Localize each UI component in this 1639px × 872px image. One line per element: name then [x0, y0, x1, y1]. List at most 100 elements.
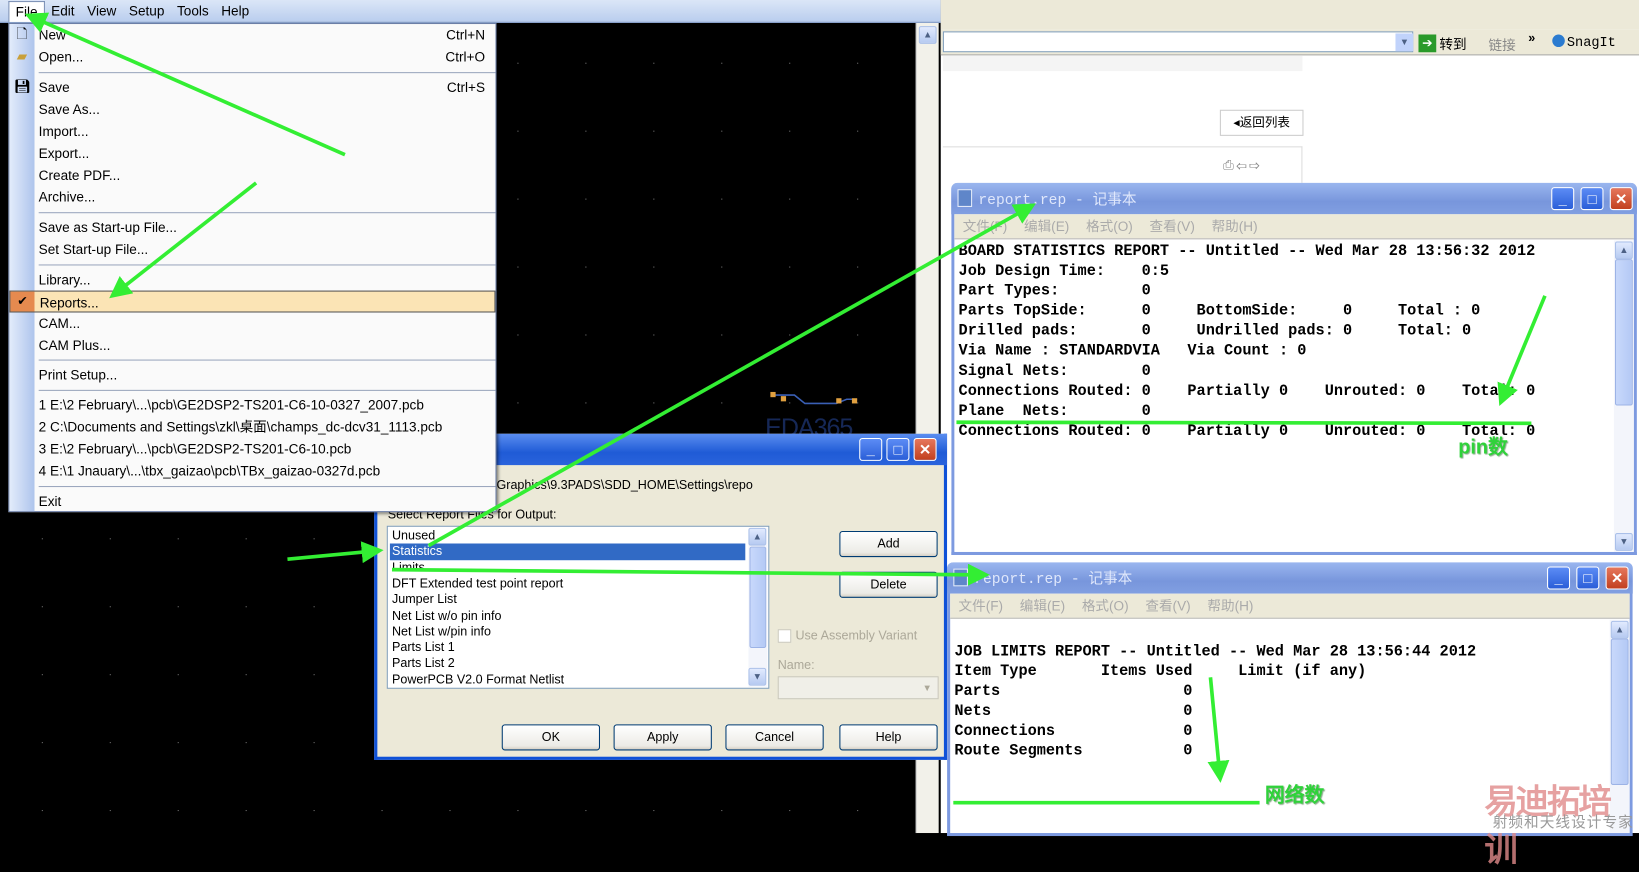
- menu-view[interactable]: View: [81, 1, 123, 21]
- menu-format[interactable]: 格式(O): [1086, 218, 1133, 234]
- close-icon[interactable]: ✕: [1605, 566, 1629, 590]
- minimize-icon[interactable]: _: [859, 437, 883, 461]
- close-icon[interactable]: ✕: [913, 437, 937, 461]
- print-icon[interactable]: ⎙: [1223, 157, 1236, 173]
- list-item[interactable]: PowerPCB V2.0 Format Netlist: [390, 672, 745, 688]
- menu-help[interactable]: 帮助(H): [1207, 598, 1253, 614]
- menu-item-cam[interactable]: CAM...: [9, 313, 495, 335]
- list-item[interactable]: Unused: [390, 528, 745, 544]
- menu-item-import[interactable]: Import...: [9, 120, 495, 142]
- snagit-button[interactable]: SnagIt: [1552, 34, 1616, 50]
- name-combo[interactable]: ▼: [777, 676, 939, 700]
- links-button[interactable]: 链接: [1489, 34, 1516, 54]
- menu-item-print-setup[interactable]: Print Setup...: [9, 364, 495, 386]
- menu-help[interactable]: 帮助(H): [1212, 218, 1258, 234]
- menu-item-archive[interactable]: Archive...: [9, 186, 495, 208]
- scroll-thumb[interactable]: [1610, 638, 1629, 785]
- menu-item-save-as[interactable]: Save As...: [9, 98, 495, 120]
- list-item[interactable]: Jumper List: [390, 592, 745, 608]
- menu-item-set-startup[interactable]: Set Start-up File...: [9, 238, 495, 260]
- grid-dot: [857, 198, 859, 200]
- use-assembly-variant-checkbox[interactable]: [777, 629, 792, 643]
- scroll-down-icon[interactable]: ▼: [748, 667, 767, 686]
- list-item[interactable]: Parts List 1: [390, 640, 745, 656]
- menu-item-open[interactable]: ▰ Open... Ctrl+O: [9, 46, 495, 68]
- next-icon[interactable]: ⇨: [1249, 157, 1262, 173]
- dropdown-arrow-icon[interactable]: ▼: [1395, 33, 1414, 52]
- grid-dot: [721, 62, 723, 64]
- label: CAM Plus...: [38, 337, 111, 354]
- grid-dot: [41, 538, 43, 540]
- report-line: Parts TopSide: 0 BottomSide: 0 Total : 0: [958, 303, 1481, 321]
- goto-button[interactable]: ➔ 转到: [1418, 33, 1467, 53]
- menu-file[interactable]: 文件(F): [959, 598, 1004, 614]
- menu-item-recent-4[interactable]: 4 E:\1 Jnauary\...\tbx_gaizao\pcb\TBx_ga…: [9, 460, 495, 482]
- menu-edit[interactable]: 编辑(E): [1024, 218, 1069, 234]
- new-file-icon: 🗋: [16, 26, 28, 42]
- label: Archive...: [38, 189, 96, 205]
- list-item[interactable]: Limits: [390, 560, 745, 576]
- menu-file[interactable]: File: [8, 0, 45, 22]
- minimize-icon[interactable]: _: [1551, 187, 1575, 211]
- scroll-up-icon[interactable]: ▲: [748, 527, 767, 546]
- menu-setup[interactable]: Setup: [123, 1, 171, 21]
- menu-edit[interactable]: 编辑(E): [1020, 598, 1065, 614]
- menu-view[interactable]: 查看(V): [1145, 598, 1190, 614]
- menu-edit[interactable]: Edit: [45, 1, 81, 21]
- scroll-down-icon[interactable]: ▼: [1614, 533, 1633, 551]
- maximize-icon[interactable]: □: [886, 437, 910, 461]
- list-item-selected[interactable]: Statistics: [389, 543, 746, 560]
- scroll-up-icon[interactable]: ▲: [918, 26, 937, 44]
- ok-button[interactable]: OK: [501, 724, 601, 751]
- menu-tools[interactable]: Tools: [171, 1, 215, 21]
- menu-item-recent-2[interactable]: 2 C:\Documents and Settings\zkl\桌面\champ…: [9, 416, 495, 438]
- scroll-up-icon[interactable]: ▲: [1614, 241, 1633, 260]
- menu-item-reports[interactable]: ✔ Reports...: [9, 290, 496, 313]
- menu-item-recent-1[interactable]: 1 E:\2 February\...\pcb\GE2DSP2-TS201-C6…: [9, 394, 495, 416]
- scroll-thumb[interactable]: [749, 546, 767, 649]
- menu-item-export[interactable]: Export...: [9, 142, 495, 164]
- menu-help[interactable]: Help: [215, 1, 256, 21]
- menu-format[interactable]: 格式(O): [1082, 598, 1129, 614]
- label: 4 E:\1 Jnauary\...\tbx_gaizao\pcb\TBx_ga…: [38, 463, 381, 479]
- notepad-title: report.rep - 记事本: [974, 571, 1133, 589]
- delete-button[interactable]: Delete: [839, 571, 938, 598]
- close-icon[interactable]: ✕: [1609, 187, 1633, 211]
- prev-icon[interactable]: ⇦: [1236, 157, 1249, 173]
- grid-dot: [517, 266, 519, 268]
- statistics-report-text[interactable]: BOARD STATISTICS REPORT -- Untitled -- W…: [954, 240, 1613, 551]
- menu-item-exit[interactable]: Exit: [9, 490, 495, 512]
- menu-item-new[interactable]: 🗋 New Ctrl+N: [9, 24, 495, 46]
- menu-item-save[interactable]: 💾︎ Save Ctrl+S: [9, 76, 495, 98]
- menu-item-recent-3[interactable]: 3 E:\2 February\...\pcb\GE2DSP2-TS201-C6…: [9, 438, 495, 460]
- address-input[interactable]: ▼: [942, 31, 1414, 53]
- maximize-icon[interactable]: □: [1580, 187, 1604, 211]
- scroll-thumb[interactable]: [1614, 259, 1633, 406]
- menu-item-create-pdf[interactable]: Create PDF...: [9, 164, 495, 186]
- list-item[interactable]: Net List w/pin info: [390, 624, 745, 640]
- maximize-icon[interactable]: □: [1576, 566, 1600, 590]
- more-chevron[interactable]: »: [1528, 30, 1535, 45]
- back-to-list-button[interactable]: ◂返回列表: [1219, 109, 1304, 136]
- list-item[interactable]: Net List w/o pin info: [390, 608, 745, 624]
- cancel-button[interactable]: Cancel: [725, 724, 824, 751]
- apply-button[interactable]: Apply: [613, 724, 712, 751]
- report-list[interactable]: Unused Statistics Limits DFT Extended te…: [386, 525, 770, 689]
- scroll-up-icon[interactable]: ▲: [1610, 620, 1629, 639]
- list-scrollbar[interactable]: ▲ ▼: [748, 527, 768, 687]
- grid-dot: [721, 130, 723, 132]
- grid-dot: [857, 266, 859, 268]
- minimize-icon[interactable]: _: [1547, 566, 1571, 590]
- list-item[interactable]: Parts List 2: [390, 656, 745, 672]
- add-button[interactable]: Add: [839, 530, 938, 558]
- list-item[interactable]: DFT Extended test point report: [390, 576, 745, 592]
- grid-dot: [653, 130, 655, 132]
- menu-view[interactable]: 查看(V): [1150, 218, 1195, 234]
- menu-separator: [38, 359, 496, 361]
- menu-item-library[interactable]: Library...: [9, 269, 495, 291]
- notepad-scrollbar[interactable]: ▲ ▼: [1613, 240, 1634, 552]
- menu-item-cam-plus[interactable]: CAM Plus...: [9, 334, 495, 356]
- help-button[interactable]: Help: [839, 724, 938, 751]
- menu-file[interactable]: 文件(F): [963, 218, 1008, 234]
- menu-item-save-startup[interactable]: Save as Start-up File...: [9, 216, 495, 238]
